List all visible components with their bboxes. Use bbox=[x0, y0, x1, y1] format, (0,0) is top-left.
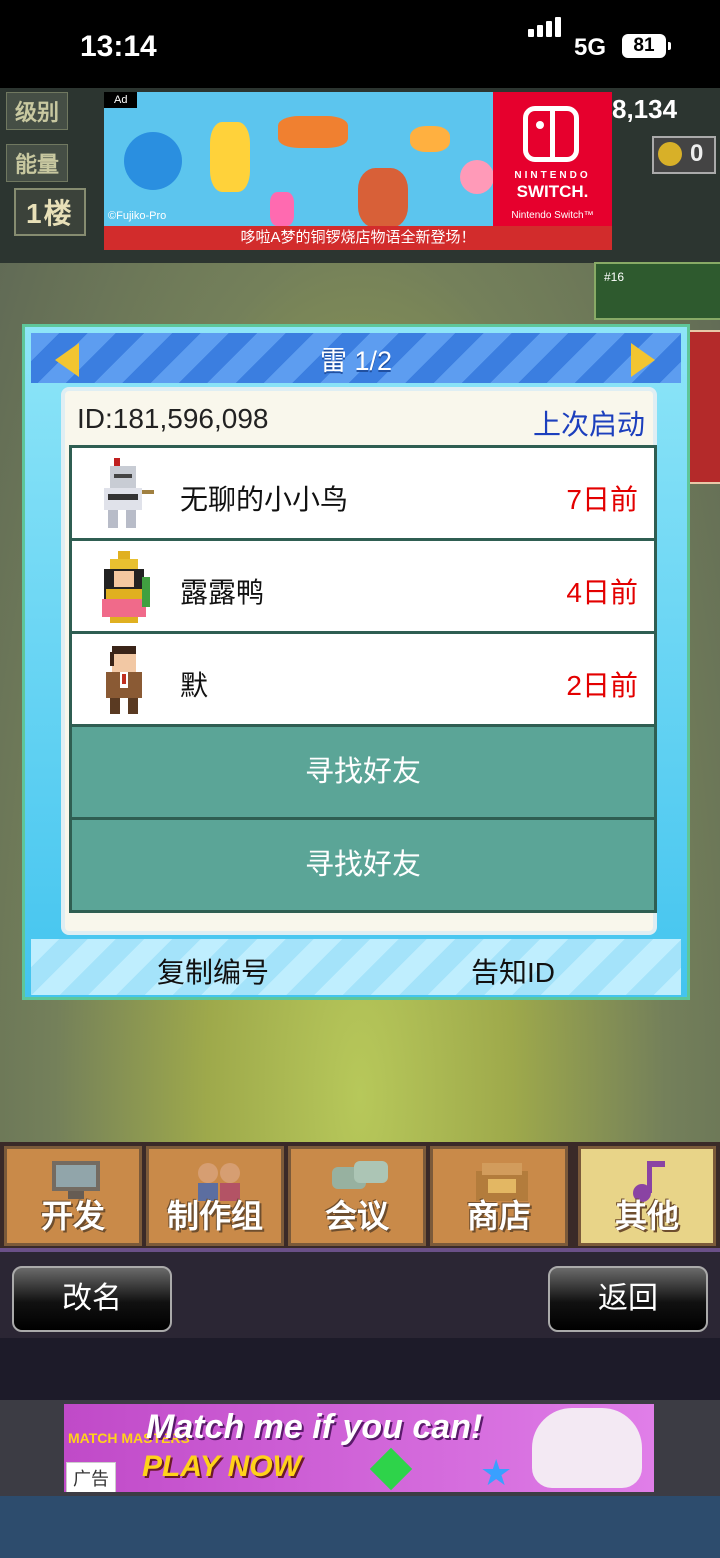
rename-button[interactable]: 改名 bbox=[12, 1266, 172, 1332]
man-avatar-icon bbox=[106, 646, 142, 714]
battery-icon: 81 bbox=[622, 34, 671, 58]
ad-caption: 哆啦A梦的铜锣烧店物语全新登场！ bbox=[104, 226, 612, 250]
energy-label: 能量 bbox=[6, 144, 69, 182]
network-type: 5G bbox=[574, 34, 607, 61]
top-ad-banner[interactable]: Ad ©Fujiko-Pro NINTENDO SWITCH. Nintendo… bbox=[104, 92, 612, 250]
mini-badge: #16 bbox=[604, 270, 625, 284]
switch-brand-small: NINTENDO bbox=[514, 170, 591, 181]
player-id: ID:181,596,098 bbox=[77, 403, 269, 434]
ad-headline: Match me if you can! bbox=[146, 1408, 483, 1446]
friends-list: 无聊的小小鸟 7日前 露露鸭 4日前 默 2日前 寻找好友 寻找好友 bbox=[69, 445, 657, 913]
menu-develop[interactable]: 开发 bbox=[4, 1146, 142, 1246]
friend-row[interactable]: 露露鸭 4日前 bbox=[69, 538, 657, 634]
friend-last-seen: 4日前 bbox=[566, 577, 638, 608]
ad-cta: PLAY NOW bbox=[142, 1450, 301, 1483]
back-button[interactable]: 返回 bbox=[548, 1266, 708, 1332]
ad-copyright: ©Fujiko-Pro bbox=[108, 210, 167, 222]
friend-row[interactable]: 无聊的小小鸟 7日前 bbox=[69, 445, 657, 541]
friend-name: 露露鸭 bbox=[180, 577, 265, 608]
bottom-ad-area: MATCH MASTERS Match me if you can! PLAY … bbox=[0, 1400, 720, 1496]
ad-label: 广告 bbox=[66, 1462, 116, 1492]
friend-row[interactable]: 默 2日前 bbox=[69, 631, 657, 727]
share-id-button[interactable]: 告知ID bbox=[471, 951, 555, 991]
menu-label: 制作组 bbox=[166, 1198, 263, 1234]
nintendo-switch-logo: NINTENDO SWITCH. Nintendo Switch™ bbox=[493, 92, 612, 226]
money-value: 8,134 bbox=[612, 94, 678, 124]
bottom-menu: 开发 制作组 会议 商店 其他 bbox=[0, 1142, 720, 1248]
star-icon: ★ bbox=[480, 1452, 513, 1492]
copy-id-button[interactable]: 复制编号 bbox=[157, 951, 269, 991]
mini-event-panel[interactable]: #16 bbox=[594, 262, 720, 320]
status-bar: 13:14 5G 81 bbox=[0, 0, 720, 88]
gem-icon bbox=[369, 1447, 413, 1491]
action-bar: 改名 返回 bbox=[0, 1248, 720, 1342]
knight-avatar-icon bbox=[104, 458, 154, 528]
menu-other[interactable]: 其他 bbox=[578, 1146, 716, 1246]
friends-dialog: 雷 1/2 ID:181,596,098 上次启动 无聊的小小鸟 7日前 露露鸭… bbox=[22, 324, 690, 1000]
switch-brand-big: SWITCH. bbox=[516, 182, 589, 201]
switch-trademark: Nintendo Switch™ bbox=[511, 210, 594, 221]
menu-shop[interactable]: 商店 bbox=[430, 1146, 568, 1246]
menu-label: 其他 bbox=[614, 1198, 679, 1234]
pharaoh-avatar-icon bbox=[102, 551, 150, 623]
home-indicator-area bbox=[0, 1496, 720, 1558]
find-friend-button[interactable]: 寻找好友 bbox=[69, 817, 657, 913]
bottom-ad-banner[interactable]: MATCH MASTERS Match me if you can! PLAY … bbox=[64, 1404, 654, 1492]
menu-meeting[interactable]: 会议 bbox=[288, 1146, 426, 1246]
friend-name: 无聊的小小鸟 bbox=[180, 484, 349, 515]
friend-name: 默 bbox=[180, 670, 209, 701]
friends-panel: ID:181,596,098 上次启动 无聊的小小鸟 7日前 露露鸭 4日前 默… bbox=[61, 387, 657, 935]
divider-strip bbox=[0, 1338, 720, 1402]
side-tab[interactable] bbox=[688, 330, 720, 484]
bunny-character-image bbox=[532, 1408, 642, 1488]
last-launch-label[interactable]: 上次启动 bbox=[533, 403, 645, 443]
dialog-header: 雷 1/2 bbox=[31, 333, 681, 383]
menu-team[interactable]: 制作组 bbox=[146, 1146, 284, 1246]
menu-label: 开发 bbox=[40, 1198, 105, 1234]
floor-label: 1楼 bbox=[14, 188, 86, 236]
friend-last-seen: 2日前 bbox=[566, 670, 638, 701]
friend-last-seen: 7日前 bbox=[566, 484, 638, 515]
level-label: 级别 bbox=[6, 92, 69, 130]
menu-label: 商店 bbox=[466, 1198, 531, 1234]
ad-characters-image bbox=[110, 108, 494, 228]
ad-marker: Ad bbox=[104, 92, 138, 108]
next-page-arrow-icon[interactable] bbox=[631, 343, 655, 377]
clock: 13:14 bbox=[80, 30, 157, 63]
switch-icon bbox=[523, 106, 579, 162]
dialog-title: 雷 1/2 bbox=[319, 346, 393, 376]
menu-label: 会议 bbox=[324, 1198, 389, 1234]
hud-stats: 级别 能量 bbox=[6, 92, 69, 196]
dialog-footer: 复制编号 告知ID bbox=[31, 939, 681, 995]
coin-value: 0 bbox=[690, 140, 704, 167]
find-friend-button[interactable]: 寻找好友 bbox=[69, 724, 657, 820]
coin-counter: 0 bbox=[652, 136, 716, 174]
